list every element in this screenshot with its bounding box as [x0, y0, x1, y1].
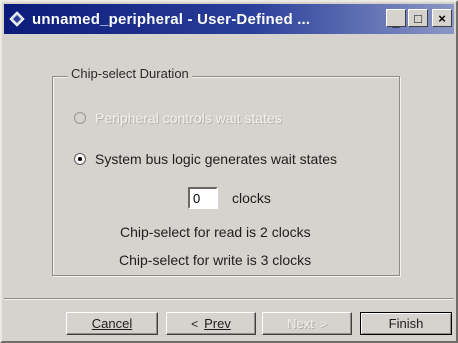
next-button-label: Next [287, 316, 314, 331]
minimize-icon: _ [392, 13, 400, 29]
app-diamond-icon [8, 10, 26, 28]
radio-button-disabled[interactable] [74, 112, 86, 124]
close-button[interactable]: × [432, 9, 452, 27]
title-bar[interactable]: unnamed_peripheral - User-Defined ... _ … [4, 4, 454, 34]
clocks-input[interactable] [188, 187, 218, 209]
chip-select-duration-group [52, 76, 400, 276]
finish-button-label: Finish [388, 316, 424, 331]
write-duration-text: Chip-select for write is 3 clocks [119, 252, 312, 268]
clocks-row: clocks [188, 187, 271, 209]
finish-button[interactable]: Finish [360, 312, 452, 335]
radio-peripheral-controls[interactable]: Peripheral controls wait states [74, 110, 282, 126]
radio-button-selected[interactable] [74, 153, 86, 165]
group-legend: Chip-select Duration [68, 66, 192, 81]
button-separator [4, 298, 454, 300]
prev-arrow-icon: < [191, 316, 199, 331]
radio-selected-dot [78, 157, 82, 161]
prev-button[interactable]: < Prev [166, 312, 256, 335]
radio-system-bus-logic[interactable]: System bus logic generates wait states [74, 151, 337, 167]
radio-label-enabled: System bus logic generates wait states [95, 151, 338, 167]
maximize-button[interactable]: □ [408, 9, 428, 27]
maximize-icon: □ [414, 10, 422, 26]
clocks-unit-label: clocks [232, 190, 271, 206]
prev-button-label: Prev [204, 316, 231, 331]
next-arrow-icon: > [319, 316, 327, 331]
wizard-window: unnamed_peripheral - User-Defined ... _ … [0, 0, 458, 343]
next-button[interactable]: Next > [262, 312, 352, 335]
radio-label-disabled: Peripheral controls wait states [95, 110, 282, 126]
minimize-button[interactable]: _ [386, 9, 406, 29]
cancel-button[interactable]: Cancel [66, 312, 158, 335]
close-icon: × [438, 10, 446, 26]
cancel-button-label: Cancel [91, 316, 133, 331]
read-duration-text: Chip-select for read is 2 clocks [120, 224, 311, 240]
window-title: unnamed_peripheral - User-Defined ... [32, 10, 311, 28]
